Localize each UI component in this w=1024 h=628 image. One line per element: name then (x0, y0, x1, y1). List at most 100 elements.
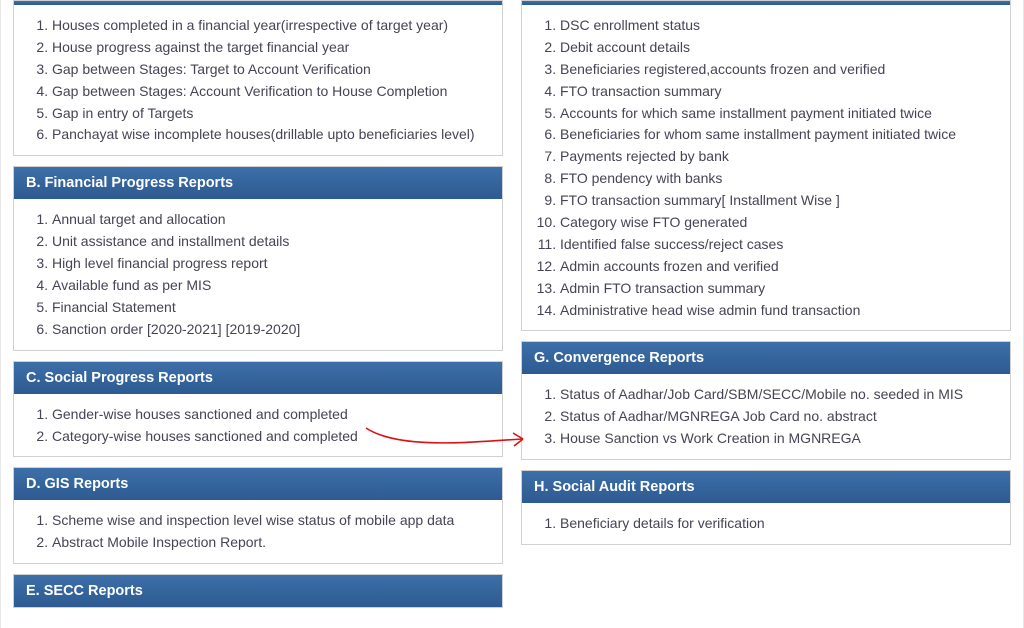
list-item: Debit account details (560, 38, 1002, 57)
report-link[interactable]: Annual target and allocation (52, 211, 226, 227)
panel-f: DSC enrollment status Debit account deta… (521, 0, 1011, 331)
list-item: Gap between Stages: Account Verification… (52, 82, 494, 101)
report-link[interactable]: Gap between Stages: Account Verification… (52, 83, 447, 99)
report-link[interactable]: DSC enrollment status (560, 17, 700, 33)
report-link[interactable]: FTO transaction summary[ Installment Wis… (560, 192, 840, 208)
list-item: Beneficiary details for verification (560, 514, 1002, 533)
report-link[interactable]: Scheme wise and inspection level wise st… (52, 512, 454, 528)
right-column: DSC enrollment status Debit account deta… (521, 0, 1011, 618)
panel-b-header: B. Financial Progress Reports (14, 167, 502, 199)
panel-g: G. Convergence Reports Status of Aadhar/… (521, 341, 1011, 460)
panel-b: B. Financial Progress Reports Annual tar… (13, 166, 503, 350)
list-item: Admin accounts frozen and verified (560, 257, 1002, 276)
list-item: FTO pendency with banks (560, 169, 1002, 188)
report-link[interactable]: Beneficiaries for whom same installment … (560, 126, 956, 142)
report-link[interactable]: High level financial progress report (52, 255, 268, 271)
panel-a-body: Houses completed in a financial year(irr… (14, 5, 502, 155)
list-item: Financial Statement (52, 298, 494, 317)
panel-c: C. Social Progress Reports Gender-wise h… (13, 361, 503, 458)
panel-h-list: Beneficiary details for verification (542, 514, 1002, 533)
list-item: Gap in entry of Targets (52, 104, 494, 123)
report-link[interactable]: FTO pendency with banks (560, 170, 722, 186)
panel-c-header: C. Social Progress Reports (14, 362, 502, 394)
panel-c-body: Gender-wise houses sanctioned and comple… (14, 394, 502, 457)
list-item: DSC enrollment status (560, 16, 1002, 35)
list-item: Payments rejected by bank (560, 147, 1002, 166)
panel-d: D. GIS Reports Scheme wise and inspectio… (13, 467, 503, 564)
panel-h-header: H. Social Audit Reports (522, 471, 1010, 503)
panel-h-body: Beneficiary details for verification (522, 503, 1010, 544)
report-link[interactable]: Status of Aadhar/Job Card/SBM/SECC/Mobil… (560, 386, 963, 402)
report-link[interactable]: Financial Statement (52, 299, 176, 315)
report-link[interactable]: Category-wise houses sanctioned and comp… (52, 428, 358, 444)
list-item: FTO transaction summary (560, 82, 1002, 101)
report-link[interactable]: Gap between Stages: Target to Account Ve… (52, 61, 371, 77)
report-link[interactable]: Gap in entry of Targets (52, 105, 193, 121)
panel-g-list: Status of Aadhar/Job Card/SBM/SECC/Mobil… (542, 385, 1002, 448)
list-item: Sanction order [2020-2021] [2019-2020] (52, 320, 494, 339)
list-item: Houses completed in a financial year(irr… (52, 16, 494, 35)
report-link[interactable]: Admin accounts frozen and verified (560, 258, 779, 274)
panel-a: Houses completed in a financial year(irr… (13, 0, 503, 156)
left-column: Houses completed in a financial year(irr… (13, 0, 503, 618)
panel-e: E. SECC Reports (13, 574, 503, 608)
panel-g-header: G. Convergence Reports (522, 342, 1010, 374)
report-link[interactable]: Beneficiaries registered,accounts frozen… (560, 61, 885, 77)
report-link[interactable]: Administrative head wise admin fund tran… (560, 302, 860, 318)
list-item: Abstract Mobile Inspection Report. (52, 533, 494, 552)
panel-b-body: Annual target and allocation Unit assist… (14, 199, 502, 349)
report-link[interactable]: Admin FTO transaction summary (560, 280, 765, 296)
report-link[interactable]: House progress against the target financ… (52, 39, 349, 55)
list-item: House progress against the target financ… (52, 38, 494, 57)
report-link[interactable]: Category wise FTO generated (560, 214, 747, 230)
list-item: House Sanction vs Work Creation in MGNRE… (560, 429, 1002, 448)
list-item: Beneficiaries for whom same installment … (560, 125, 1002, 144)
report-link[interactable]: Houses completed in a financial year(irr… (52, 17, 448, 33)
panel-d-list: Scheme wise and inspection level wise st… (34, 511, 494, 552)
report-link[interactable]: Unit assistance and installment details (52, 233, 289, 249)
report-link[interactable]: Beneficiary details for verification (560, 515, 765, 531)
list-item: Beneficiaries registered,accounts frozen… (560, 60, 1002, 79)
list-item: Identified false success/reject cases (560, 235, 1002, 254)
panel-f-list: DSC enrollment status Debit account deta… (542, 16, 1002, 319)
list-item: Status of Aadhar/Job Card/SBM/SECC/Mobil… (560, 385, 1002, 404)
list-item: Category wise FTO generated (560, 213, 1002, 232)
list-item: Gap between Stages: Target to Account Ve… (52, 60, 494, 79)
list-item: Category-wise houses sanctioned and comp… (52, 427, 494, 446)
list-item: Status of Aadhar/MGNREGA Job Card no. ab… (560, 407, 1002, 426)
report-link[interactable]: Status of Aadhar/MGNREGA Job Card no. ab… (560, 408, 877, 424)
report-link[interactable]: Payments rejected by bank (560, 148, 729, 164)
list-item: Unit assistance and installment details (52, 232, 494, 251)
panel-a-list: Houses completed in a financial year(irr… (34, 16, 494, 144)
report-link[interactable]: Sanction order [2020-2021] [2019-2020] (52, 321, 300, 337)
panel-d-body: Scheme wise and inspection level wise st… (14, 500, 502, 563)
report-link[interactable]: Gender-wise houses sanctioned and comple… (52, 406, 348, 422)
list-item: Administrative head wise admin fund tran… (560, 301, 1002, 320)
report-link[interactable]: Accounts for which same installment paym… (560, 105, 932, 121)
list-item: FTO transaction summary[ Installment Wis… (560, 191, 1002, 210)
panel-b-list: Annual target and allocation Unit assist… (34, 210, 494, 338)
panel-f-body: DSC enrollment status Debit account deta… (522, 5, 1010, 330)
page: Houses completed in a financial year(irr… (0, 0, 1024, 628)
list-item: Admin FTO transaction summary (560, 279, 1002, 298)
panel-d-header: D. GIS Reports (14, 468, 502, 500)
report-link[interactable]: Available fund as per MIS (52, 277, 211, 293)
columns: Houses completed in a financial year(irr… (13, 0, 1011, 618)
report-link[interactable]: Panchayat wise incomplete houses(drillab… (52, 126, 475, 142)
list-item: Accounts for which same installment paym… (560, 104, 1002, 123)
panel-e-header: E. SECC Reports (14, 575, 502, 607)
report-link[interactable]: House Sanction vs Work Creation in MGNRE… (560, 430, 861, 446)
panel-c-list: Gender-wise houses sanctioned and comple… (34, 405, 494, 446)
list-item: High level financial progress report (52, 254, 494, 273)
panel-h: H. Social Audit Reports Beneficiary deta… (521, 470, 1011, 545)
list-item: Scheme wise and inspection level wise st… (52, 511, 494, 530)
list-item: Panchayat wise incomplete houses(drillab… (52, 125, 494, 144)
report-link[interactable]: Debit account details (560, 39, 690, 55)
panel-g-body: Status of Aadhar/Job Card/SBM/SECC/Mobil… (522, 374, 1010, 459)
list-item: Annual target and allocation (52, 210, 494, 229)
list-item: Available fund as per MIS (52, 276, 494, 295)
list-item: Gender-wise houses sanctioned and comple… (52, 405, 494, 424)
report-link[interactable]: Identified false success/reject cases (560, 236, 783, 252)
report-link[interactable]: FTO transaction summary (560, 83, 722, 99)
report-link[interactable]: Abstract Mobile Inspection Report. (52, 534, 266, 550)
